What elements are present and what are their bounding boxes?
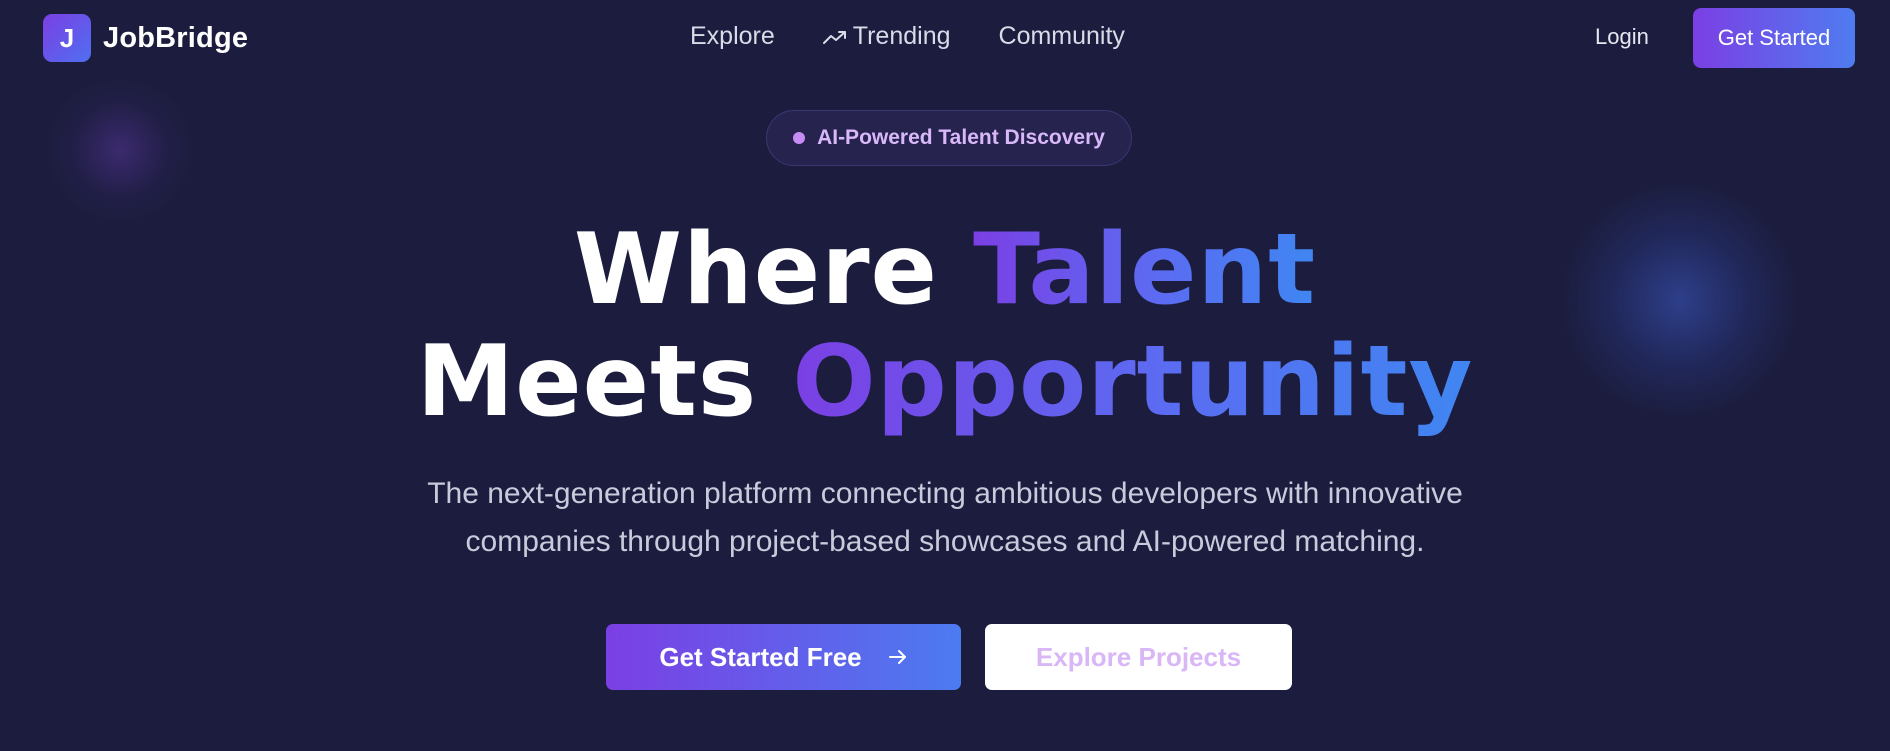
logo-mark-icon: J — [43, 14, 91, 62]
nav-link-trending[interactable]: Trending — [822, 22, 951, 51]
login-link[interactable]: Login — [1595, 24, 1649, 50]
logo[interactable]: J JobBridge — [43, 14, 248, 62]
primary-cta-label: Get Started Free — [659, 641, 862, 672]
headline-plain-1: Where — [573, 213, 974, 327]
subtitle-line-2: companies through project-based showcase… — [465, 525, 1425, 558]
headline-accent-1: Talent — [973, 213, 1317, 327]
secondary-cta-label: Explore Projects — [1035, 641, 1242, 672]
landing-page: J JobBridge Explore Trending Community L… — [0, 0, 1890, 751]
headline-accent-2: Opportunity — [792, 325, 1474, 439]
headline-plain-2: Meets — [416, 325, 793, 439]
arrow-right-icon — [888, 650, 906, 664]
nav-link-label: Trending — [852, 22, 951, 50]
headline-line-2: Meets Opportunity — [0, 326, 1890, 438]
background-glow-purple — [40, 80, 200, 220]
brand-name: JobBridge — [103, 21, 249, 54]
get-started-free-button[interactable]: Get Started Free — [606, 624, 961, 690]
badge-dot-icon — [793, 132, 806, 144]
nav-link-explore[interactable]: Explore — [690, 22, 775, 51]
nav-link-community[interactable]: Community — [999, 22, 1125, 51]
hero-subtitle: The next-generation platform connecting … — [0, 470, 1890, 566]
nav-link-label: Community — [998, 22, 1125, 50]
badge-label: AI-Powered Talent Discovery — [817, 126, 1105, 149]
feature-badge: AI-Powered Talent Discovery — [766, 110, 1132, 166]
nav-link-label: Explore — [690, 22, 775, 50]
explore-projects-button[interactable]: Explore Projects — [985, 624, 1292, 690]
headline-line-1: Where Talent — [0, 214, 1890, 326]
get-started-button[interactable]: Get Started — [1693, 8, 1855, 68]
top-navbar: J JobBridge Explore Trending Community L… — [0, 0, 1890, 76]
nav-links: Explore Trending Community — [690, 22, 1125, 51]
subtitle-line-1: The next-generation platform connecting … — [427, 477, 1463, 510]
hero-headline: Where Talent Meets Opportunity — [0, 214, 1890, 438]
trending-up-icon — [822, 30, 846, 44]
